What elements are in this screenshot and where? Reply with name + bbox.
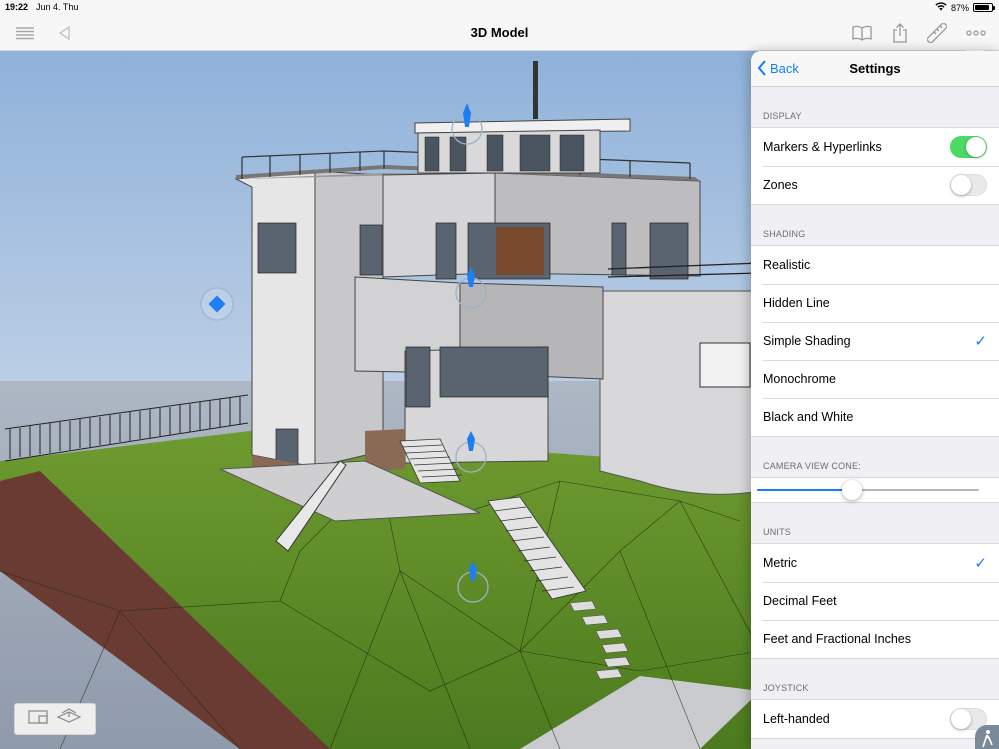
- battery-percent: 87%: [950, 2, 969, 13]
- units-group: Metric ✓ Decimal Feet Feet and Fractional…: [751, 543, 999, 659]
- row-label: Left-handed: [763, 712, 830, 726]
- option-black-and-white[interactable]: Black and White: [751, 398, 999, 436]
- row-left-handed: Left-handed: [751, 700, 999, 738]
- section-camera-header: CAMERA VIEW CONE:: [763, 461, 861, 471]
- nav-bar: 3D Model: [0, 14, 999, 51]
- slider-thumb[interactable]: [842, 480, 863, 500]
- settings-title: Settings: [849, 61, 901, 76]
- view-mode-toolbar: [14, 703, 96, 735]
- option-realistic[interactable]: Realistic: [751, 246, 999, 284]
- page-title: 3D Model: [470, 25, 529, 40]
- row-label: Zones: [763, 178, 798, 192]
- option-hidden-line[interactable]: Hidden Line: [751, 284, 999, 322]
- plan-view-icon[interactable]: [28, 709, 48, 730]
- ruler-icon[interactable]: [926, 22, 948, 44]
- popover-header: Back Settings: [751, 51, 999, 87]
- slider-fill: [757, 489, 853, 491]
- row-markers-hyperlinks: Markers & Hyperlinks: [751, 128, 999, 166]
- section-joystick-header: JOYSTICK: [763, 683, 809, 693]
- status-right: 87%: [935, 2, 995, 13]
- status-bar: 19:22 Jun 4. Thu 87%: [0, 0, 999, 14]
- marker-stairs[interactable]: [452, 429, 490, 473]
- section-units-header: UNITS: [763, 527, 791, 537]
- wifi-icon: [935, 2, 947, 13]
- markers-toggle[interactable]: [950, 136, 987, 158]
- section-shading-header: SHADING: [763, 229, 806, 239]
- battery-icon: [973, 3, 995, 12]
- share-icon[interactable]: [889, 22, 911, 44]
- settings-popover: Back Settings DISPLAY Markers & Hyperlin…: [751, 51, 999, 749]
- row-zones: Zones: [751, 166, 999, 204]
- row-label: Markers & Hyperlinks: [763, 140, 882, 154]
- checkmark-icon: ✓: [974, 333, 987, 350]
- option-monochrome[interactable]: Monochrome: [751, 360, 999, 398]
- popover-arrow: [965, 41, 985, 51]
- marker-left[interactable]: [200, 287, 234, 321]
- marker-balcony[interactable]: [452, 265, 490, 309]
- joystick-group: Left-handed: [751, 699, 999, 739]
- camera-group: [751, 477, 999, 503]
- camera-view-cone-slider[interactable]: [751, 478, 999, 502]
- shading-group: Realistic Hidden Line Simple Shading ✓ Mo…: [751, 245, 999, 437]
- book-icon[interactable]: [851, 22, 873, 44]
- section-display-header: DISPLAY: [763, 111, 802, 121]
- status-time: 19:22: [5, 2, 29, 12]
- 3d-view-icon[interactable]: [56, 707, 82, 731]
- status-date: Jun 4. Thu: [36, 2, 79, 12]
- zones-toggle[interactable]: [950, 174, 987, 196]
- display-group: Markers & Hyperlinks Zones: [751, 127, 999, 205]
- option-simple-shading[interactable]: Simple Shading ✓: [751, 322, 999, 360]
- option-feet-fractional-inches[interactable]: Feet and Fractional Inches: [751, 620, 999, 658]
- option-metric[interactable]: Metric ✓: [751, 544, 999, 582]
- option-decimal-feet[interactable]: Decimal Feet: [751, 582, 999, 620]
- marker-lawn[interactable]: [454, 559, 492, 603]
- walk-mode-icon[interactable]: [975, 725, 999, 749]
- slider-track: [757, 480, 979, 500]
- marker-roof[interactable]: [448, 101, 486, 145]
- checkmark-icon: ✓: [974, 555, 987, 572]
